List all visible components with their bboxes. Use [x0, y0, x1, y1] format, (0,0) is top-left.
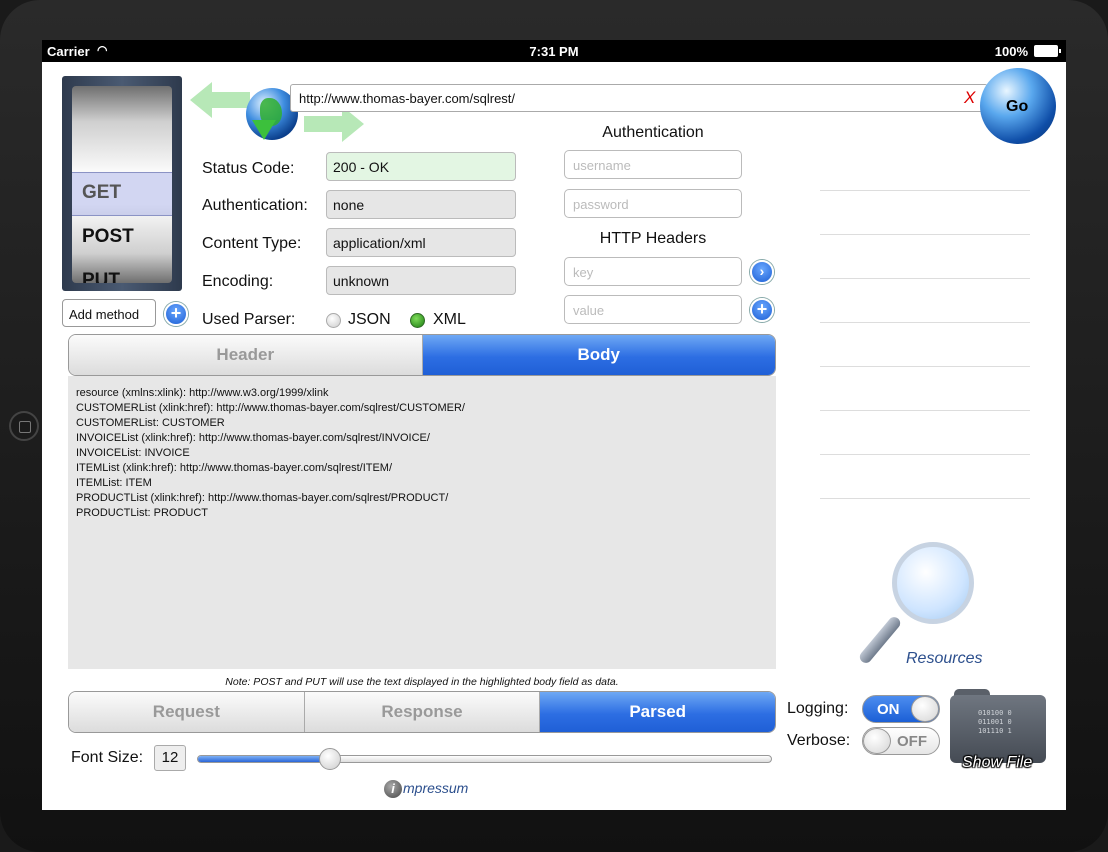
used-parser-label: Used Parser: [202, 311, 296, 328]
verbose-toggle[interactable]: OFF [862, 727, 940, 755]
body-line: INVOICEList: INVOICE [76, 447, 190, 459]
binary-line: 010100 0 [978, 709, 1012, 717]
body-line: ITEMList (xlink:href): http://www.thomas… [76, 462, 393, 474]
header-list-separator [820, 366, 1030, 367]
picker-item-put[interactable]: PUT [82, 270, 120, 283]
header-list-separator [820, 498, 1030, 499]
binary-line: 101110 1 [978, 727, 1012, 735]
parser-xml-label: XML [433, 311, 466, 328]
body-line: INVOICEList (xlink:href): http://www.tho… [76, 432, 430, 444]
header-key-field[interactable]: key [564, 257, 742, 286]
home-button[interactable] [9, 411, 39, 441]
body-line: resource (xmlns:xlink): http://www.w3.or… [76, 387, 329, 399]
method-picker[interactable]: GET POST PUT [62, 76, 182, 291]
url-input[interactable]: http://www.thomas-bayer.com/sqlrest/ [290, 84, 988, 112]
encoding-field: unknown [326, 266, 516, 295]
app-screen: GET POST PUT Add method + http://www.tho… [42, 62, 1066, 810]
toggle-knob [863, 728, 891, 754]
font-size-label: Font Size: [71, 749, 144, 766]
http-headers-title: HTTP Headers [599, 230, 707, 247]
header-list-separator [820, 454, 1030, 455]
content-type-label: Content Type: [202, 235, 302, 252]
content-type-field: application/xml [326, 228, 516, 257]
url-clear-button[interactable]: X [964, 88, 975, 108]
font-size-slider[interactable] [197, 748, 772, 770]
body-line: PRODUCTList (xlink:href): http://www.tho… [76, 492, 449, 504]
header-value-field[interactable]: value [564, 295, 742, 324]
verbose-toggle-state: OFF [897, 733, 927, 750]
post-put-note: Note: POST and PUT will use the text dis… [225, 676, 619, 688]
tab-parsed[interactable]: Parsed [540, 692, 775, 732]
tab-response[interactable]: Response [304, 692, 541, 732]
battery-icon [1034, 45, 1061, 57]
resources-button[interactable]: Resources [906, 650, 982, 668]
authentication-label: Authentication: [202, 197, 308, 214]
body-line: ITEMList: ITEM [76, 477, 152, 489]
username-field[interactable]: username [564, 150, 742, 179]
impressum-label: mpressum [403, 780, 469, 796]
authentication-field: none [326, 190, 516, 219]
impressum-link[interactable]: i mpressum [384, 780, 468, 798]
authentication-title: Authentication [602, 124, 704, 141]
add-header-button[interactable]: + [750, 298, 774, 322]
header-list-separator [820, 410, 1030, 411]
status-code-label: Status Code: [202, 160, 295, 177]
tab-header[interactable]: Header [69, 335, 423, 375]
header-list-separator [820, 322, 1030, 323]
go-button[interactable]: Go [980, 68, 1056, 144]
header-list-separator [820, 190, 1030, 191]
back-arrow-icon[interactable] [190, 82, 250, 118]
magnifier-lens [892, 542, 974, 624]
picker-item-post[interactable]: POST [82, 226, 134, 248]
battery-percent: 100% [994, 44, 1028, 59]
logging-label: Logging: [787, 700, 849, 717]
magnifier-icon[interactable] [857, 542, 980, 667]
parser-json-label: JSON [348, 311, 391, 328]
header-detail-button[interactable]: › [750, 260, 774, 284]
body-line: CUSTOMERList: CUSTOMER [76, 417, 225, 429]
header-body-tabs: Header Body [68, 334, 776, 376]
binary-line: 011001 0 [978, 718, 1012, 726]
picker-item-get[interactable]: GET [82, 182, 121, 204]
info-icon: i [384, 780, 402, 798]
header-list-separator [820, 278, 1030, 279]
show-file-button[interactable]: Show File [962, 754, 1032, 772]
clock: 7:31 PM [529, 44, 579, 59]
font-size-slider-thumb[interactable] [318, 748, 341, 770]
download-arrow-icon [252, 120, 276, 140]
verbose-label: Verbose: [787, 732, 851, 749]
body-line: CUSTOMERList (xlink:href): http://www.th… [76, 402, 465, 414]
header-list-separator [820, 234, 1030, 235]
parser-json-radio[interactable] [326, 313, 341, 328]
parser-xml-radio[interactable] [410, 313, 425, 328]
go-label: Go [1006, 98, 1029, 115]
logging-toggle[interactable]: ON [862, 695, 940, 723]
status-bar: Carrier ◠ 7:31 PM 100% [42, 40, 1066, 62]
view-mode-tabs: Request Response Parsed [68, 691, 776, 733]
tab-body[interactable]: Body [422, 335, 775, 375]
toggle-knob [911, 696, 939, 722]
tab-request[interactable]: Request [69, 692, 305, 732]
encoding-label: Encoding: [202, 273, 274, 290]
magnifier-handle [857, 614, 903, 666]
password-field[interactable]: password [564, 189, 742, 218]
method-picker-wheel[interactable]: GET POST PUT [72, 86, 172, 283]
folder-binary-text: 010100 0 011001 0 101110 1 [978, 709, 1012, 736]
font-size-slider-fill [198, 756, 330, 762]
logging-toggle-state: ON [877, 701, 900, 718]
add-method-button[interactable]: + [164, 302, 188, 326]
font-size-value: 12 [154, 745, 186, 771]
add-method-field[interactable]: Add method [62, 299, 156, 327]
body-text-area[interactable]: resource (xmlns:xlink): http://www.w3.or… [68, 376, 776, 669]
status-code-field: 200 - OK [326, 152, 516, 181]
body-line: PRODUCTList: PRODUCT [76, 507, 209, 519]
